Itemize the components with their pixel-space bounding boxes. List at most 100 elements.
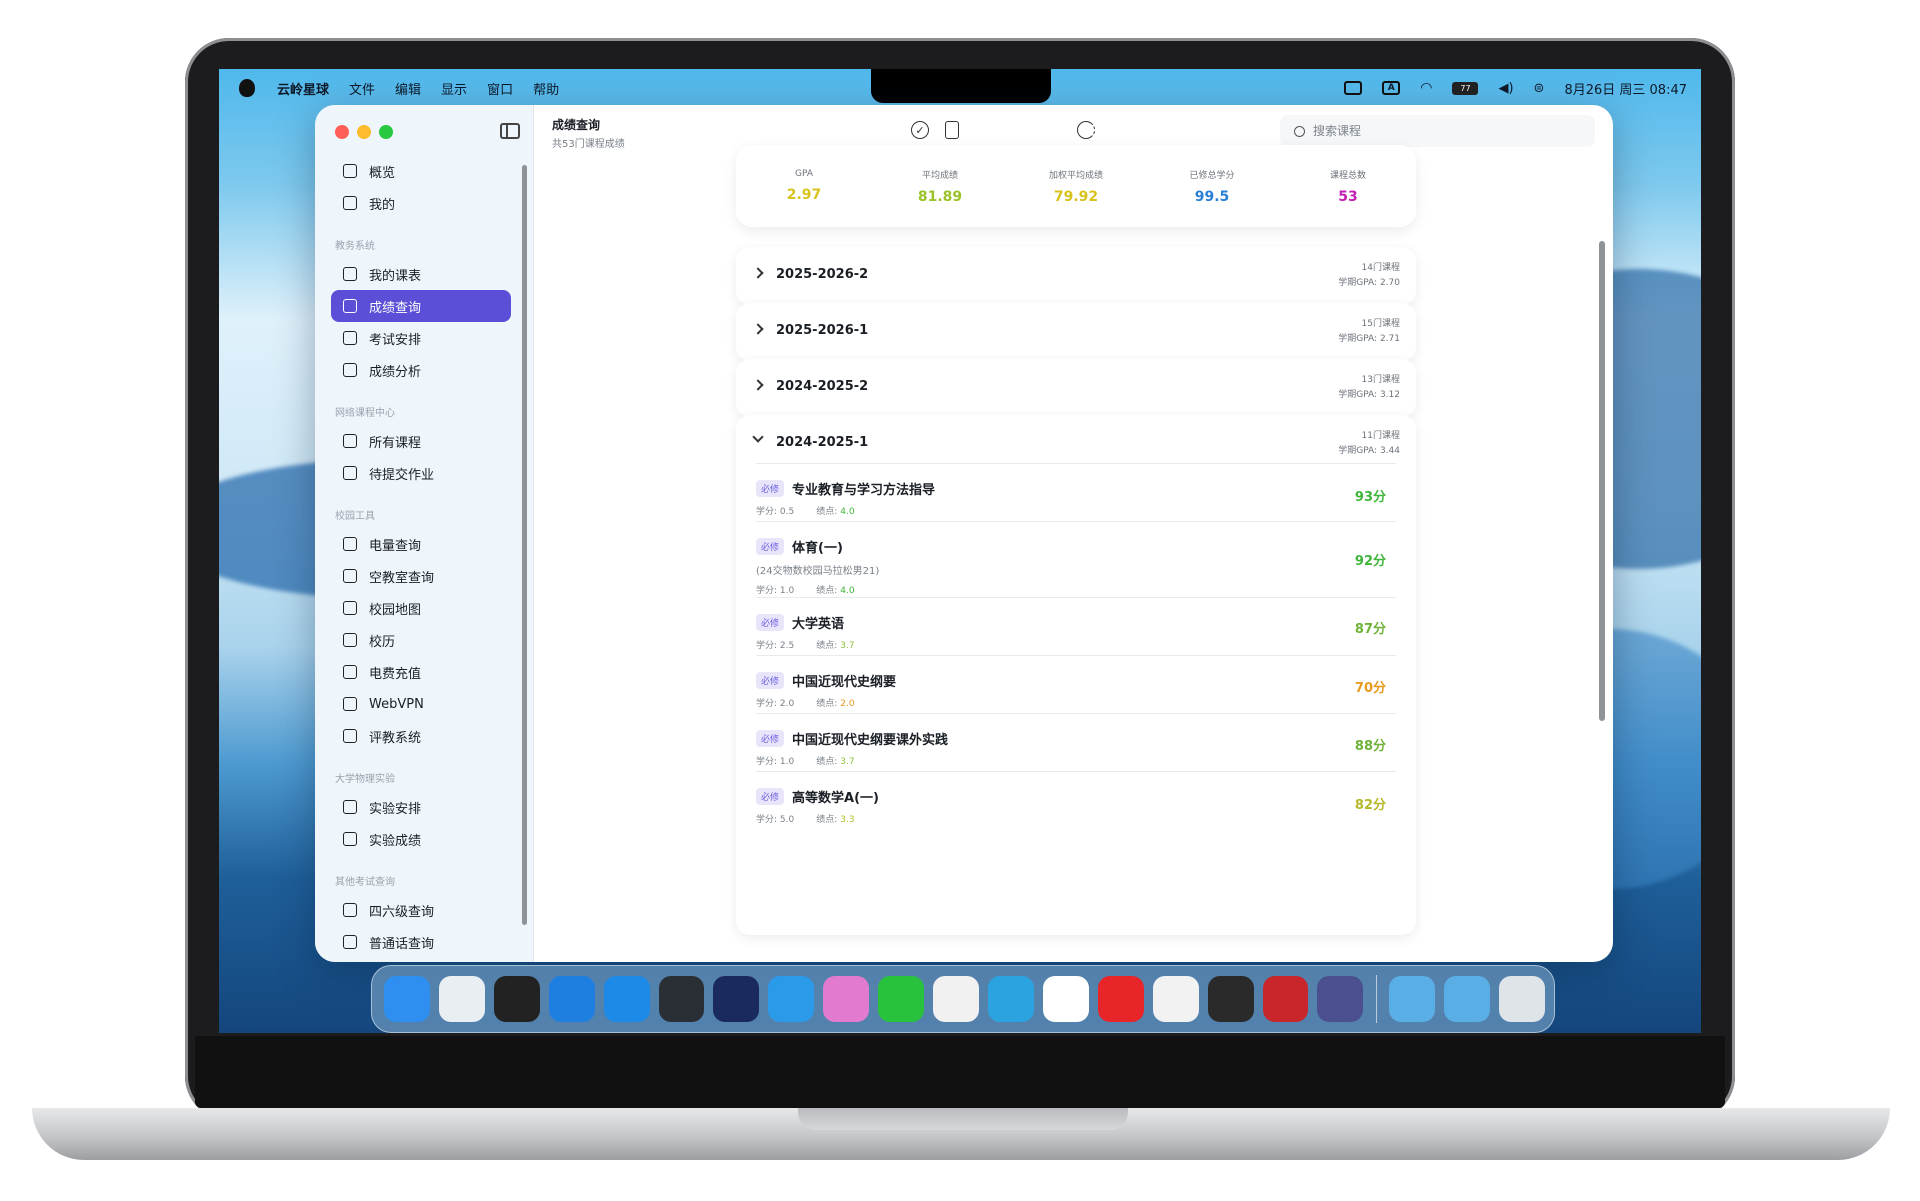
- launchpad-icon[interactable]: [438, 976, 485, 1022]
- zoom-button[interactable]: [379, 125, 393, 139]
- term-course-count: 15门课程: [1361, 319, 1400, 329]
- fork-icon[interactable]: [768, 976, 815, 1022]
- sidebar-item[interactable]: 计算机等级查询: [331, 958, 511, 962]
- sidebar-item[interactable]: 概览: [331, 155, 511, 187]
- term-card[interactable]: 2025-2026-2 14门课程 学期GPA: 2.70: [736, 247, 1416, 305]
- finder-icon[interactable]: [384, 976, 430, 1022]
- stat-item: 课程总数 53: [1288, 168, 1408, 205]
- stat-label: 已修总学分: [1189, 170, 1235, 181]
- input-method-icon[interactable]: A: [1382, 81, 1401, 95]
- main-scrollbar[interactable]: [1599, 241, 1605, 721]
- shield-icon: [343, 697, 357, 711]
- display-icon[interactable]: [1344, 81, 1363, 95]
- sidebar-item-label: 成绩查询: [369, 300, 422, 316]
- telegram-icon[interactable]: [987, 976, 1034, 1022]
- chevron-right-icon[interactable]: [752, 379, 764, 391]
- terminal-icon[interactable]: [713, 976, 760, 1022]
- vscode-icon[interactable]: [603, 976, 650, 1022]
- chatgpt-icon[interactable]: [1152, 976, 1199, 1022]
- menu-view[interactable]: 显示: [441, 79, 467, 98]
- sidebar-item[interactable]: 电费充值: [331, 656, 511, 688]
- term-meta: 13门课程 学期GPA: 3.12: [1338, 373, 1400, 403]
- sidebar-item[interactable]: 待提交作业: [331, 457, 511, 489]
- course-credit: 学分: 1.0: [756, 586, 795, 596]
- sidebar-toggle-icon[interactable]: [500, 123, 520, 139]
- control-center-icon[interactable]: ⊜: [1534, 81, 1545, 96]
- menu-file[interactable]: 文件: [349, 79, 375, 98]
- course-header: 必修 专业教育与学习方法指导: [756, 478, 1396, 498]
- screenshot-app-icon[interactable]: [1317, 976, 1364, 1022]
- course-row[interactable]: 必修 专业教育与学习方法指导 学分: 0.5 绩点: 4.0 93分: [756, 463, 1396, 517]
- folder-icon[interactable]: [1389, 976, 1436, 1022]
- trash-icon[interactable]: [1499, 976, 1546, 1022]
- wifi-icon[interactable]: ◠: [1420, 80, 1432, 96]
- sidebar-item[interactable]: 考试安排: [331, 322, 511, 354]
- podcast-icon[interactable]: [493, 976, 540, 1022]
- dock: [371, 965, 1555, 1033]
- course-row[interactable]: 必修 中国近现代史纲要 学分: 2.0 绩点: 2.0 70分: [756, 655, 1396, 709]
- search-input[interactable]: [1313, 124, 1553, 138]
- person-icon: [343, 196, 357, 210]
- mail-app-icon[interactable]: [1042, 976, 1089, 1022]
- menu-edit[interactable]: 编辑: [395, 79, 421, 98]
- menu-app-name[interactable]: 云岭星球: [277, 79, 329, 98]
- term-card[interactable]: 2024-2025-1 11门课程 学期GPA: 3.44 必修 专业教育与学习方法指导…: [736, 415, 1416, 935]
- menu-window[interactable]: 窗口: [487, 79, 513, 98]
- minimize-button[interactable]: [357, 125, 371, 139]
- sidebar-item[interactable]: 电量查询: [331, 528, 511, 560]
- close-button[interactable]: [335, 125, 349, 139]
- term-card[interactable]: 2025-2026-1 15门课程 学期GPA: 2.71: [736, 303, 1416, 361]
- course-score: 70分: [1354, 681, 1386, 696]
- cat-app-icon[interactable]: [823, 976, 870, 1022]
- qq-icon[interactable]: [933, 976, 979, 1022]
- document-icon: [343, 903, 357, 917]
- refresh-icon[interactable]: [1077, 121, 1095, 139]
- sidebar-item[interactable]: 实验成绩: [331, 823, 511, 855]
- sidebar-item[interactable]: 我的: [331, 187, 511, 219]
- sidebar-item[interactable]: 所有课程: [331, 425, 511, 457]
- folder-icon[interactable]: [1444, 976, 1491, 1022]
- search-field[interactable]: [1280, 115, 1595, 147]
- neovim-icon[interactable]: [658, 976, 705, 1022]
- apple-icon[interactable]: [239, 79, 255, 97]
- sidebar-item[interactable]: 校园地图: [331, 592, 511, 624]
- course-row[interactable]: 必修 大学英语 学分: 2.5 绩点: 3.7 87分: [756, 597, 1396, 651]
- course-header: 必修 中国近现代史纲要: [756, 670, 1396, 690]
- volume-icon[interactable]: ◀): [1498, 81, 1513, 96]
- course-row[interactable]: 必修 中国近现代史纲要课外实践 学分: 1.0 绩点: 3.7 88分: [756, 713, 1396, 767]
- wechat-icon[interactable]: [878, 976, 925, 1022]
- document-icon[interactable]: [945, 121, 959, 139]
- checkmark-icon[interactable]: ✓: [911, 121, 929, 139]
- chevron-right-icon[interactable]: [752, 323, 764, 335]
- chevron-right-icon[interactable]: [752, 267, 764, 279]
- books-icon: [343, 434, 357, 448]
- summary-card: GPA 2.97 平均成绩 81.89 加权平均成绩 79.92 已修总学分 99.5 课程总数…: [736, 145, 1416, 227]
- term-card[interactable]: 2024-2025-2 13门课程 学期GPA: 3.12: [736, 359, 1416, 417]
- course-gpa-label: 绩点:: [816, 815, 838, 825]
- term-name: 2024-2025-1: [776, 435, 869, 450]
- sidebar-item[interactable]: 评教系统: [331, 720, 511, 752]
- sidebar-item[interactable]: 我的课表: [331, 258, 511, 290]
- course-row[interactable]: 必修 体育(一) (24交物数校园马拉松男21) 学分: 1.0 绩点: 4.0 92分: [756, 521, 1396, 596]
- sidebar-item[interactable]: 空教室查询: [331, 560, 511, 592]
- app-8-icon[interactable]: [1262, 976, 1309, 1022]
- sidebar-scrollbar[interactable]: [522, 165, 527, 925]
- reader-icon[interactable]: [1207, 976, 1254, 1022]
- course-gpa-value: 3.3: [840, 815, 855, 825]
- course-name: 大学英语: [792, 617, 845, 632]
- menu-help[interactable]: 帮助: [533, 79, 559, 98]
- sidebar-item[interactable]: 成绩分析: [331, 354, 511, 386]
- menubar-clock[interactable]: 8月26日 周三 08:47: [1564, 79, 1687, 98]
- battery-icon[interactable]: 77: [1452, 81, 1479, 95]
- sidebar-item[interactable]: WebVPN: [331, 688, 511, 720]
- stat-label: 平均成绩: [921, 170, 958, 181]
- sidebar-item[interactable]: 校历: [331, 624, 511, 656]
- sidebar-item[interactable]: 四六级查询: [331, 894, 511, 926]
- sidebar-item[interactable]: 实验安排: [331, 791, 511, 823]
- sidebar-item[interactable]: 成绩查询: [331, 290, 511, 322]
- netease-music-icon[interactable]: [1097, 976, 1144, 1022]
- chevron-down-icon[interactable]: [752, 431, 764, 443]
- xcode-icon[interactable]: [548, 976, 595, 1022]
- sidebar-item[interactable]: 普通话查询: [331, 926, 511, 958]
- course-row[interactable]: 必修 高等数学A(一) 学分: 5.0 绩点: 3.3 82分: [756, 771, 1396, 825]
